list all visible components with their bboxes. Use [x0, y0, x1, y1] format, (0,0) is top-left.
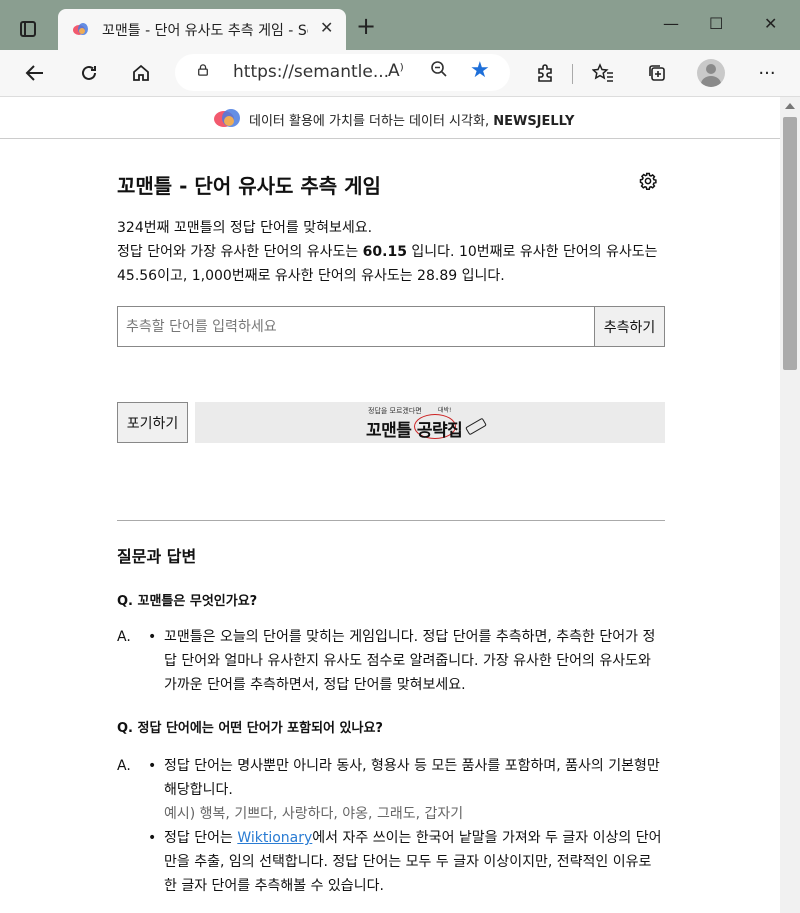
tab-actions-icon[interactable]: [20, 21, 36, 37]
list-item: 꼬맨틀은 오늘의 단어를 맞히는 게임입니다. 정답 단어를 추측하면, 추측한…: [148, 625, 668, 697]
address-bar[interactable]: https://semantle... A⁾ ★: [175, 54, 510, 91]
answer-text: 정답 단어는 명사뿐만 아니라 동사, 형용사 등 모든 품사를 포함하며, 품…: [164, 758, 660, 798]
list-item: 정답 단어는 Wiktionary에서 자주 쓰이는 한국어 낱말을 가져와 두…: [148, 826, 668, 898]
lock-icon[interactable]: [197, 64, 209, 76]
page-scrollbar[interactable]: [780, 97, 800, 913]
tab-close-icon[interactable]: ✕: [320, 18, 333, 37]
guide-small-text: 정답을 모르겠다면: [368, 407, 422, 415]
answer-label-1: A.: [117, 629, 131, 645]
answer-example: 예시) 행복, 기쁘다, 사랑하다, 야옹, 그래도, 갑자기: [164, 806, 464, 822]
pencil-icon: [465, 417, 487, 436]
settings-gear-icon[interactable]: [639, 172, 657, 190]
banner-text: 데이터 활용에 가치를 더하는 데이터 시각화, NEWSJELLY: [249, 110, 574, 129]
browser-titlebar: 꼬맨틀 - 단어 유사도 추측 게임 - Semantle 한국어 버전 ✕ +…: [0, 0, 800, 50]
page-title: 꼬맨틀 - 단어 유사도 추측 게임: [117, 174, 381, 198]
toolbar-divider: [572, 64, 573, 84]
browser-toolbar: https://semantle... A⁾ ★ ···: [0, 50, 800, 97]
answer-label-2: A.: [117, 758, 131, 774]
back-icon[interactable]: [20, 50, 50, 96]
banner-tagline: 데이터 활용에 가치를 더하는 데이터 시각화,: [249, 114, 494, 129]
answer-list-2: 정답 단어는 명사뿐만 아니라 동사, 형용사 등 모든 품사를 포함하며, 품…: [148, 754, 668, 898]
question-2: Q. 정답 단어에는 어떤 단어가 포함되어 있나요?: [117, 721, 383, 736]
list-item: 정답 단어는 명사뿐만 아니라 동사, 형용사 등 모든 품사를 포함하며, 품…: [148, 754, 668, 826]
scroll-up-arrow-icon[interactable]: [785, 103, 795, 109]
profile-avatar[interactable]: [697, 59, 725, 87]
newsjelly-favicon-icon: [73, 23, 88, 35]
banner-brand: NEWSJELLY: [493, 114, 575, 129]
favorite-star-icon[interactable]: ★: [470, 58, 490, 83]
guide-badge: 대박!: [438, 407, 452, 414]
scrollbar-thumb[interactable]: [783, 117, 797, 370]
newsjelly-banner[interactable]: 데이터 활용에 가치를 더하는 데이터 시각화, NEWSJELLY: [0, 97, 780, 139]
browser-tab-active[interactable]: 꼬맨틀 - 단어 유사도 추측 게임 - Semantle 한국어 버전 ✕: [58, 9, 346, 50]
intro-line-1: 324번째 꼬맨틀의 정답 단어를 맞혀보세요.: [117, 220, 373, 236]
answer-list-1: 꼬맨틀은 오늘의 단어를 맞히는 게임입니다. 정답 단어를 추측하면, 추측한…: [148, 625, 668, 697]
minimize-icon[interactable]: —: [663, 14, 679, 33]
answer-text-start: 정답 단어는: [164, 830, 238, 846]
game-intro: 324번째 꼬맨틀의 정답 단어를 맞혀보세요. 정답 단어와 가장 유사한 단…: [117, 216, 677, 288]
intro-line-2: 정답 단어와 가장 유사한 단어의 유사도는 60.15 입니다. 10번째로 …: [117, 240, 677, 288]
home-icon[interactable]: [126, 50, 156, 96]
wiktionary-link[interactable]: Wiktionary: [237, 830, 312, 846]
top-similarity-value: 60.15: [362, 244, 407, 260]
url-text[interactable]: https://semantle...: [233, 62, 389, 82]
tab-title: 꼬맨틀 - 단어 유사도 추측 게임 - Semantle 한국어 버전: [102, 23, 308, 39]
qa-heading: 질문과 답변: [117, 547, 197, 566]
guess-input[interactable]: [117, 306, 595, 347]
guide-title: 꼬맨틀 공략집: [366, 421, 463, 441]
maximize-icon[interactable]: ☐: [709, 14, 723, 33]
extensions-icon[interactable]: [530, 50, 560, 96]
close-window-icon[interactable]: ✕: [764, 14, 777, 33]
strategy-guide-banner[interactable]: 정답을 모르겠다면 대박! 꼬맨틀 공략집: [195, 402, 665, 443]
more-menu-icon[interactable]: ···: [752, 50, 782, 96]
new-tab-button[interactable]: +: [356, 14, 376, 38]
intro-line-2-start: 정답 단어와 가장 유사한 단어의 유사도는: [117, 244, 363, 260]
newsjelly-logo-icon: [214, 109, 240, 127]
refresh-icon[interactable]: [74, 50, 104, 96]
guess-button[interactable]: 추측하기: [594, 306, 665, 347]
section-divider: [117, 520, 665, 521]
zoom-icon[interactable]: [430, 60, 448, 83]
favorites-icon[interactable]: [588, 50, 618, 96]
read-aloud-icon[interactable]: A⁾: [388, 61, 404, 81]
collections-icon[interactable]: [642, 50, 672, 96]
question-1: Q. 꼬맨틀은 무엇인가요?: [117, 594, 258, 609]
give-up-button[interactable]: 포기하기: [117, 402, 188, 443]
